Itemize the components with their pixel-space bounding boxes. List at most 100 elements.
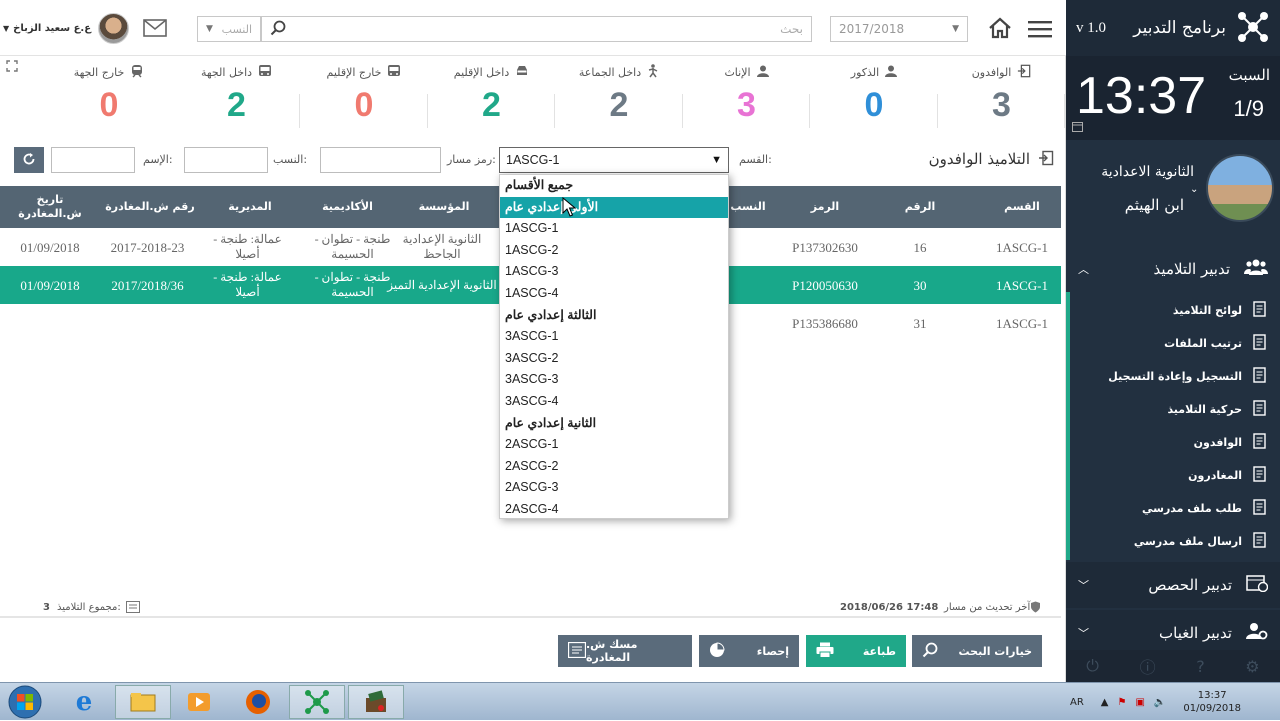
search-input[interactable]: بحث bbox=[261, 16, 812, 42]
students-menu-header[interactable]: ︿ تدبير التلاميذ bbox=[1066, 246, 1280, 292]
students-header-label: تدبير التلاميذ bbox=[1153, 260, 1230, 278]
sidebar-item[interactable]: التسجيل وإعادة التسجيل bbox=[1066, 360, 1280, 393]
gear-icon[interactable]: ⚙ bbox=[1245, 657, 1259, 676]
header-academy[interactable]: الأكاديمية bbox=[290, 186, 405, 228]
dropdown-option[interactable]: 2ASCG-4 bbox=[500, 499, 728, 521]
cell-cert-date: 01/09/2018 bbox=[20, 277, 80, 293]
header-directorate[interactable]: المديرية bbox=[195, 186, 305, 228]
dropdown-group[interactable]: الثانية إعدادي عام bbox=[500, 413, 728, 435]
installer-icon[interactable] bbox=[348, 685, 404, 719]
year-select[interactable]: 2017/2018 ▼ bbox=[830, 16, 968, 42]
clock-time: 13:37 bbox=[1076, 67, 1207, 125]
lastname-select[interactable]: ▼ النسب bbox=[197, 16, 261, 42]
tray-expand-icon[interactable]: ▲ bbox=[1101, 697, 1109, 708]
dropdown-group[interactable]: الثالثة إعدادي عام bbox=[500, 305, 728, 327]
print-button[interactable]: طباعة bbox=[806, 635, 906, 667]
header-code[interactable]: الرمز bbox=[770, 186, 880, 228]
dropdown-option[interactable]: 3ASCG-1 bbox=[500, 326, 728, 348]
header-cert-date[interactable]: تاريخ ش.المغادرة bbox=[5, 186, 95, 228]
stat-label: داخل الجماعة bbox=[578, 65, 642, 79]
sidebar-item[interactable]: الوافدون bbox=[1066, 426, 1280, 459]
dropdown-option[interactable]: 2ASCG-1 bbox=[500, 434, 728, 456]
stat-card[interactable]: خارج الإقليم 0 bbox=[301, 58, 428, 130]
explorer-icon[interactable] bbox=[115, 685, 171, 719]
power-icon[interactable]: ⏻ bbox=[1086, 656, 1099, 676]
help-icon[interactable]: ? bbox=[1196, 657, 1205, 676]
walk-icon bbox=[647, 63, 659, 81]
network-icon[interactable]: ▣ bbox=[1135, 697, 1144, 708]
header-lastname[interactable]: النسب bbox=[728, 186, 768, 228]
media-player-icon[interactable] bbox=[171, 685, 227, 719]
calendar-icon[interactable] bbox=[1072, 121, 1083, 135]
avatar[interactable] bbox=[98, 13, 129, 44]
refresh-button[interactable] bbox=[14, 147, 44, 173]
header-cert-no[interactable]: رقم ش.المغادرة bbox=[95, 186, 205, 228]
dropdown-option[interactable]: 2ASCG-3 bbox=[500, 477, 728, 499]
ie-icon[interactable]: e bbox=[56, 685, 112, 719]
sidebar-item[interactable]: حركية التلاميذ bbox=[1066, 393, 1280, 426]
sidebar-item-label: ارسال ملف مدرسي bbox=[1133, 535, 1242, 548]
header-num[interactable]: الرقم bbox=[880, 186, 960, 228]
app-taskbar-icon[interactable] bbox=[289, 685, 345, 719]
volume-icon[interactable]: 🔈 bbox=[1154, 697, 1166, 708]
stat-card[interactable]: الذكور 0 bbox=[811, 58, 938, 130]
class-select[interactable]: 1ASCG-1 ▼ bbox=[499, 147, 729, 173]
dropdown-option[interactable]: 1ASCG-4 bbox=[500, 283, 728, 305]
cell-class: 1ASCG-1 bbox=[995, 277, 1048, 293]
divider bbox=[936, 94, 938, 128]
header-class[interactable]: القسم bbox=[983, 186, 1061, 228]
chevron-up-icon: ︿ bbox=[1078, 263, 1089, 276]
firefox-icon[interactable] bbox=[230, 685, 286, 719]
dropdown-option[interactable]: 2ASCG-2 bbox=[500, 456, 728, 478]
chevron-down-icon: ▼ bbox=[206, 24, 213, 34]
dropdown-group[interactable]: الأولى إعدادي عام bbox=[500, 196, 728, 219]
top-bar: 2017/2018 ▼ بحث ▼ النسب ▼ ع.ع سعيد الزبا… bbox=[0, 0, 1066, 56]
sidebar-item[interactable]: لوائح التلاميذ bbox=[1066, 294, 1280, 327]
school-card[interactable]: ⌄ الثانوية الاعدادية ابن الهيثم bbox=[1066, 140, 1280, 240]
file-send-icon bbox=[1252, 532, 1268, 551]
stat-label-row: خارج الإقليم bbox=[301, 63, 428, 81]
info-icon[interactable]: ⓘ bbox=[1140, 654, 1156, 678]
dropdown-option[interactable]: 3ASCG-3 bbox=[500, 369, 728, 391]
stat-value: 3 bbox=[737, 86, 756, 124]
menu-icon[interactable] bbox=[1026, 16, 1054, 42]
mouse-cursor-icon bbox=[562, 196, 577, 217]
stat-card[interactable]: الإناث 3 bbox=[683, 58, 810, 130]
stat-card[interactable]: خارج الجهة 0 bbox=[46, 58, 173, 130]
sidebar-item[interactable]: ارسال ملف مدرسي bbox=[1066, 525, 1280, 558]
print-label: طباعة bbox=[862, 644, 896, 658]
dropdown-option[interactable]: 3ASCG-4 bbox=[500, 391, 728, 413]
firstname-input[interactable] bbox=[51, 147, 135, 173]
tray-clock[interactable]: 13:37 01/09/2018 bbox=[1183, 689, 1241, 715]
home-icon[interactable] bbox=[986, 14, 1014, 42]
search-options-button[interactable]: خيارات البحث bbox=[912, 635, 1042, 667]
stat-card[interactable]: الوافدون 3 bbox=[938, 58, 1065, 130]
search-icon[interactable] bbox=[270, 20, 286, 39]
sidebar-item[interactable]: طلب ملف مدرسي bbox=[1066, 492, 1280, 525]
language-indicator[interactable]: AR bbox=[1070, 697, 1084, 708]
stat-label-row: خارج الجهة bbox=[46, 63, 173, 81]
dropdown-option[interactable]: 1ASCG-3 bbox=[500, 261, 728, 283]
lastname-input[interactable] bbox=[184, 147, 268, 173]
dropdown-group[interactable]: جميع الأقسام bbox=[500, 175, 728, 197]
absence-header-label: تدبير الغياب bbox=[1159, 624, 1232, 642]
dropdown-option[interactable]: 1ASCG-1 bbox=[500, 218, 728, 240]
sessions-menu-header[interactable]: ﹀ تدبير الحصص bbox=[1066, 562, 1280, 608]
massar-input[interactable] bbox=[320, 147, 441, 173]
stat-card[interactable]: داخل الجهة 2 bbox=[173, 58, 300, 130]
user-menu[interactable]: ▼ ع.ع سعيد الزباخ bbox=[3, 20, 93, 36]
start-button[interactable] bbox=[0, 685, 50, 719]
mail-icon[interactable] bbox=[142, 17, 168, 39]
sidebar-item[interactable]: المغادرون bbox=[1066, 459, 1280, 492]
move-icon bbox=[1252, 400, 1268, 419]
cert-button[interactable]: مسك ش. المغادرة bbox=[558, 635, 692, 667]
stats-button[interactable]: إحصاء bbox=[699, 635, 799, 667]
dropdown-option[interactable]: 1ASCG-2 bbox=[500, 240, 728, 262]
stat-card[interactable]: داخل الإقليم 2 bbox=[428, 58, 555, 130]
stat-value: 0 bbox=[99, 86, 119, 124]
cell-academy bbox=[305, 304, 400, 342]
sidebar-item[interactable]: ترتيب الملفات bbox=[1066, 327, 1280, 360]
dropdown-option[interactable]: 3ASCG-2 bbox=[500, 348, 728, 370]
flag-icon[interactable]: ⚑ bbox=[1118, 697, 1127, 708]
stat-card[interactable]: داخل الجماعة 2 bbox=[556, 58, 683, 130]
